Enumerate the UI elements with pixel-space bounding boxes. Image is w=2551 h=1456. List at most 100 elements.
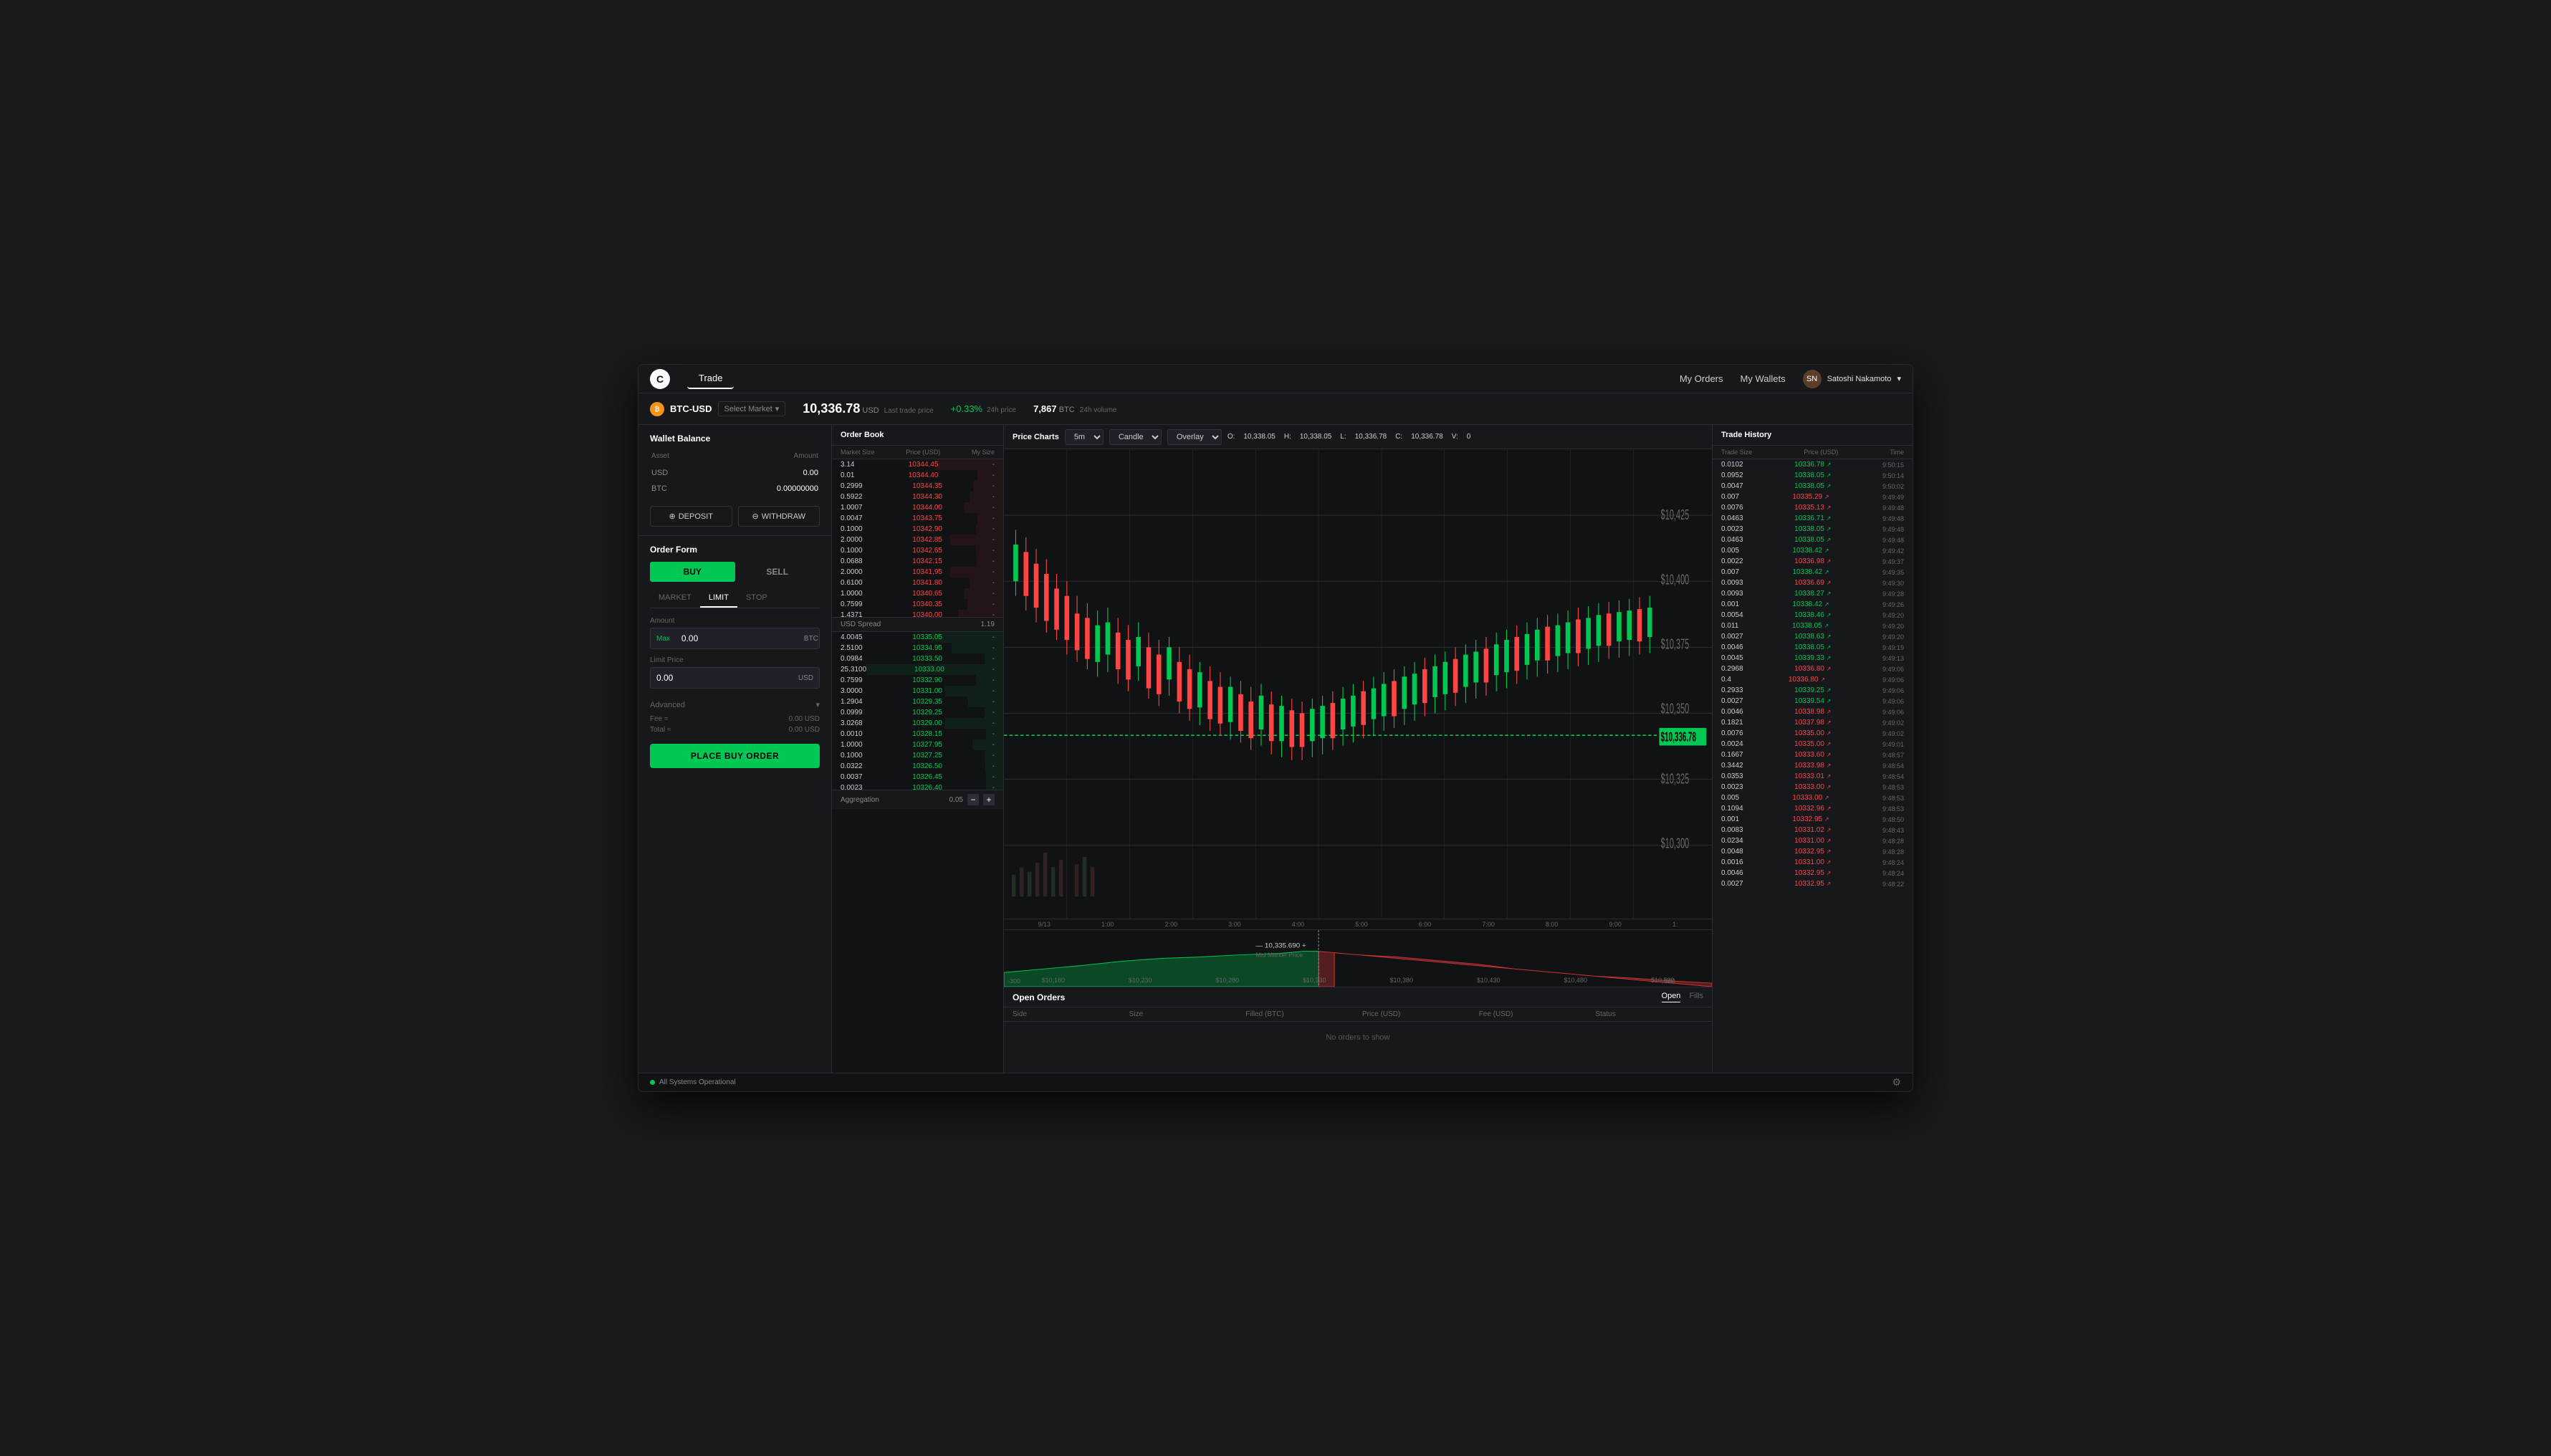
deposit-button[interactable]: ⊕ DEPOSIT xyxy=(650,506,732,527)
trade-time: 9:49:01 xyxy=(1882,741,1904,748)
trade-size: 0.0353 xyxy=(1721,772,1743,780)
time-label: 4:00 xyxy=(1292,921,1305,928)
bid-row[interactable]: 4.0045 10335.05 - xyxy=(832,632,1003,643)
bid-row[interactable]: 0.1000 10327.25 - xyxy=(832,750,1003,761)
agg-plus-button[interactable]: + xyxy=(983,794,995,805)
direction-icon: ↗ xyxy=(1827,773,1832,780)
advanced-toggle[interactable]: Advanced ▾ xyxy=(650,696,820,714)
nav-tabs: Trade xyxy=(687,368,1680,389)
overlay-select[interactable]: Overlay xyxy=(1167,429,1222,445)
bid-size: 3.0268 xyxy=(841,719,863,727)
time-label: 9:00 xyxy=(1609,921,1622,928)
timeframe-select[interactable]: 5m xyxy=(1065,429,1104,445)
bid-row[interactable]: 0.0984 10333.50 - xyxy=(832,653,1003,664)
select-market-button[interactable]: Select Market ▾ xyxy=(718,401,786,416)
trade-row: 0.0023 10338.05 ↗ 9:49:48 xyxy=(1713,524,1913,535)
ask-size: 1.4371 xyxy=(841,611,863,617)
direction-icon: ↗ xyxy=(1827,881,1832,887)
my-wallets-button[interactable]: My Wallets xyxy=(1741,373,1786,384)
depth-label: $10,330 xyxy=(1303,977,1326,984)
ask-row[interactable]: 0.0047 10343.75 - xyxy=(832,513,1003,524)
depth-label: $10,280 xyxy=(1215,977,1239,984)
depth-label: $10,480 xyxy=(1564,977,1587,984)
chart-type-select[interactable]: Candle xyxy=(1109,429,1162,445)
sell-tab[interactable]: SELL xyxy=(735,562,820,582)
ask-size: 1.0000 xyxy=(841,590,863,598)
h-val: 10,338.05 xyxy=(1300,433,1332,441)
ask-row[interactable]: 0.6100 10341.80 - xyxy=(832,578,1003,588)
wallet-balance-title: Wallet Balance xyxy=(650,434,820,444)
oo-tab-fills[interactable]: Fills xyxy=(1689,992,1703,1002)
bid-row[interactable]: 0.0037 10326.45 - xyxy=(832,772,1003,782)
ask-row[interactable]: 2.0000 10342.85 - xyxy=(832,535,1003,545)
trade-price: 10333.60 ↗ xyxy=(1794,751,1831,759)
ask-row[interactable]: 0.0688 10342.15 - xyxy=(832,556,1003,567)
svg-text:$10,375: $10,375 xyxy=(1661,636,1690,652)
ask-row[interactable]: 0.7599 10340.35 - xyxy=(832,599,1003,610)
limit-tab[interactable]: LIMIT xyxy=(700,589,737,608)
svg-text:— 10,335.690 +: — 10,335.690 + xyxy=(1255,942,1306,949)
bid-row[interactable]: 0.7599 10332.90 - xyxy=(832,675,1003,686)
stop-tab[interactable]: STOP xyxy=(737,589,776,608)
direction-icon: ↗ xyxy=(1827,687,1832,694)
direction-icon: ↗ xyxy=(1827,848,1832,855)
ask-row[interactable]: 0.01 10344.40 - xyxy=(832,470,1003,481)
ask-row[interactable]: 1.0000 10340.65 - xyxy=(832,588,1003,599)
ask-row[interactable]: 0.5922 10344.30 - xyxy=(832,492,1003,502)
nav-tab-trade[interactable]: Trade xyxy=(687,368,734,389)
max-link[interactable]: Max xyxy=(651,635,676,643)
withdraw-button[interactable]: ⊖ WITHDRAW xyxy=(738,506,820,527)
ask-price: 10342.65 xyxy=(912,547,942,555)
ask-row[interactable]: 0.1000 10342.90 - xyxy=(832,524,1003,535)
ask-price: 10341.95 xyxy=(912,568,942,576)
trade-size: 0.2968 xyxy=(1721,665,1743,673)
bid-row[interactable]: 3.0268 10329.00 - xyxy=(832,718,1003,729)
market-tab[interactable]: MARKET xyxy=(650,589,700,608)
bid-row[interactable]: 25.3100 10333.00 - xyxy=(832,664,1003,675)
trade-price: 10332.95 ↗ xyxy=(1792,815,1829,823)
ask-row[interactable]: 1.0007 10344.00 - xyxy=(832,502,1003,513)
oo-tab-open[interactable]: Open xyxy=(1662,992,1681,1002)
ask-row[interactable]: 1.4371 10340.00 - xyxy=(832,610,1003,617)
chart-title: Price Charts xyxy=(1013,433,1059,441)
trade-size: 0.3442 xyxy=(1721,762,1743,770)
order-form-title: Order Form xyxy=(650,545,820,555)
trade-size: 0.0024 xyxy=(1721,740,1743,748)
my-orders-button[interactable]: My Orders xyxy=(1680,373,1723,384)
app-logo[interactable]: C xyxy=(650,369,670,389)
agg-minus-button[interactable]: − xyxy=(967,794,979,805)
bid-row[interactable]: 0.0010 10328.15 - xyxy=(832,729,1003,739)
ask-row[interactable]: 0.2999 10344.35 - xyxy=(832,481,1003,492)
trade-size: 0.0054 xyxy=(1721,611,1743,619)
trade-price: 10338.05 ↗ xyxy=(1792,622,1829,630)
amount-input[interactable] xyxy=(676,628,798,648)
user-area[interactable]: SN Satoshi Nakamoto ▾ xyxy=(1803,370,1901,388)
bid-row[interactable]: 1.2904 10329.35 - xyxy=(832,696,1003,707)
trade-size: 0.0076 xyxy=(1721,504,1743,512)
ask-row[interactable]: 2.0000 10341.95 - xyxy=(832,567,1003,578)
trade-size: 0.0093 xyxy=(1721,590,1743,598)
limit-price-input[interactable] xyxy=(651,668,793,688)
bid-row[interactable]: 0.0999 10329.25 - xyxy=(832,707,1003,718)
trade-price: 10338.42 ↗ xyxy=(1792,600,1829,608)
buy-tab[interactable]: BUY xyxy=(650,562,735,582)
chart-main[interactable]: $10,425 $10,400 $10,375 $10,350 $10,336.… xyxy=(1004,449,1712,919)
ask-price: 10344.30 xyxy=(912,493,942,501)
c-label: C: xyxy=(1395,433,1402,441)
place-order-button[interactable]: PLACE BUY ORDER xyxy=(650,744,820,768)
settings-icon[interactable]: ⚙ xyxy=(1892,1076,1901,1088)
volume-value: 7,867 xyxy=(1033,403,1057,414)
bid-row[interactable]: 0.0322 10326.50 - xyxy=(832,761,1003,772)
trade-size: 0.0952 xyxy=(1721,471,1743,479)
trade-row: 0.0463 10338.05 ↗ 9:49:48 xyxy=(1713,535,1913,545)
trade-time: 9:48:22 xyxy=(1882,881,1904,888)
trade-size: 0.0048 xyxy=(1721,848,1743,856)
spread-row: USD Spread 1.19 xyxy=(832,617,1003,632)
bid-row[interactable]: 2.5100 10334.95 - xyxy=(832,643,1003,653)
bid-row[interactable]: 1.0000 10327.95 - xyxy=(832,739,1003,750)
bid-row[interactable]: 3.0000 10331.00 - xyxy=(832,686,1003,696)
ask-row[interactable]: 0.1000 10342.65 - xyxy=(832,545,1003,556)
time-label: 1:00 xyxy=(1101,921,1114,928)
bid-row[interactable]: 0.0023 10326.40 - xyxy=(832,782,1003,790)
ask-row[interactable]: 3.14 10344.45 - xyxy=(832,459,1003,470)
